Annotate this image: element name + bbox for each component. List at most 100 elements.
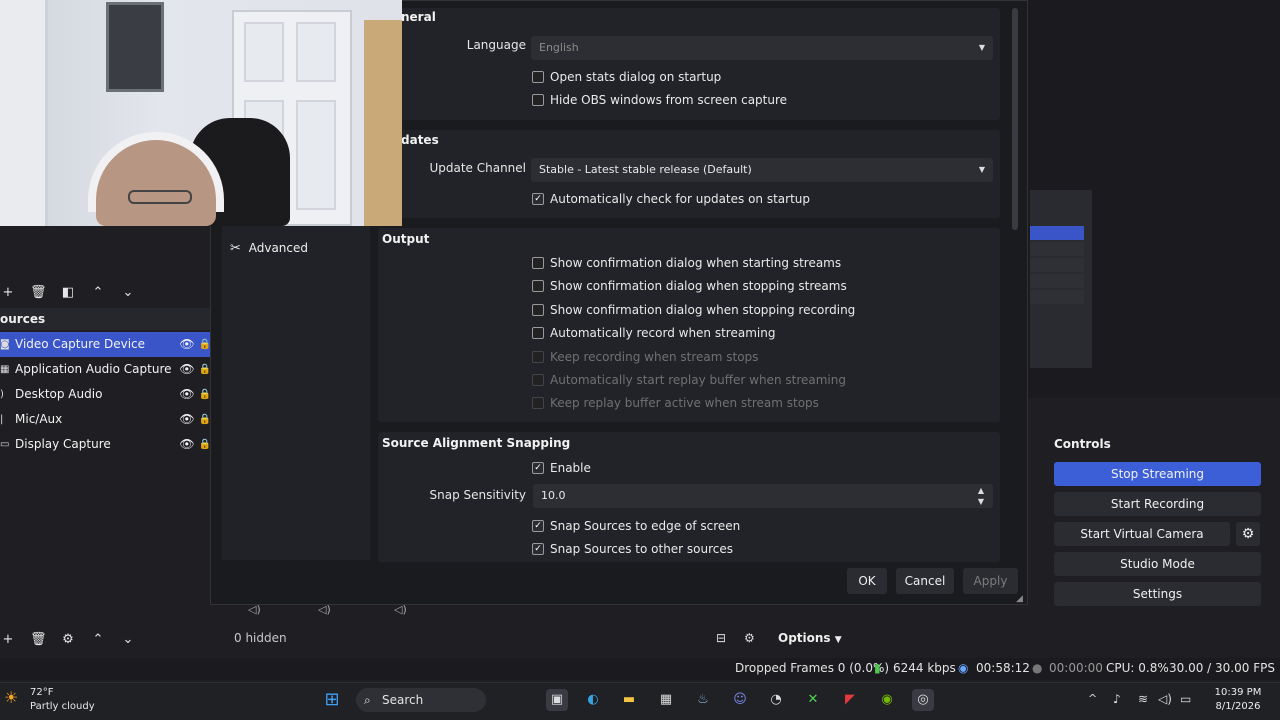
language-value: English (539, 41, 579, 54)
visibility-eye-icon[interactable]: 👁 (176, 332, 198, 357)
snap-sensitivity-input[interactable]: 10.0 ▲ ▼ (533, 484, 993, 508)
ok-button[interactable]: OK (847, 568, 887, 594)
start-recording-button[interactable]: Start Recording (1054, 492, 1261, 516)
delete-icon[interactable]: 🗑 (30, 285, 47, 300)
hide-obs-checkbox[interactable]: Hide OBS windows from screen capture (532, 93, 787, 107)
microphone-icon: | (0, 414, 4, 425)
confirm-stop-stream-checkbox[interactable]: Show confirmation dialog when stopping s… (532, 279, 847, 293)
snap-sensitivity-value: 10.0 (541, 489, 566, 502)
microphone-icon[interactable]: ♪ (1113, 692, 1121, 706)
checkbox-label: Show confirmation dialog when stopping r… (550, 303, 856, 317)
update-channel-select[interactable]: Stable - Latest stable release (Default)… (531, 158, 993, 182)
keep-replay-buffer-checkbox[interactable]: Keep replay buffer active when stream st… (532, 396, 819, 410)
auto-check-updates-checkbox[interactable]: ✓ Automatically check for updates on sta… (532, 192, 810, 206)
store-icon[interactable]: ▦ (655, 689, 677, 711)
temperature: 72°F (30, 687, 54, 698)
checkbox-label: Keep replay buffer active when stream st… (550, 396, 819, 410)
file-explorer-icon[interactable]: ▬ (618, 689, 640, 711)
checkbox-label: Automatically check for updates on start… (550, 192, 811, 206)
nav-item-advanced[interactable]: ✂ Advanced (230, 241, 308, 256)
taskbar-search[interactable]: ⌕ Search (356, 688, 486, 712)
preview-menu-item (1030, 258, 1084, 272)
nav-item-label: Advanced (248, 241, 309, 255)
checkbox-box: ✓ (532, 462, 544, 474)
snap-edge-checkbox[interactable]: ✓ Snap Sources to edge of screen (532, 519, 740, 533)
visibility-eye-icon[interactable]: 👁 (176, 432, 198, 457)
weather-widget[interactable]: ☀ 72°F Partly cloudy (4, 686, 114, 716)
obs-icon[interactable]: ◎ (912, 689, 934, 711)
resize-grip-icon[interactable]: ◢ (1016, 594, 1023, 604)
filter-icon[interactable]: ◧ (60, 285, 76, 300)
chevron-down-icon: ▼ (834, 635, 842, 645)
visibility-eye-icon[interactable]: 👁 (176, 382, 198, 407)
chevron-down-icon[interactable]: ▼ (973, 496, 989, 507)
discord-icon[interactable]: ☺ (729, 689, 751, 711)
source-row[interactable]: ) Desktop Audio 👁 🔒 (0, 382, 212, 407)
move-down-icon[interactable]: ⌄ (120, 632, 136, 647)
auto-replay-buffer-checkbox[interactable]: Automatically start replay buffer when s… (532, 373, 846, 387)
checkbox-box (532, 304, 544, 316)
wifi-icon[interactable]: ≋ (1138, 692, 1148, 706)
auto-record-checkbox[interactable]: Automatically record when streaming (532, 326, 775, 340)
update-channel-label: Update Channel (429, 161, 526, 175)
checkbox-label: Snap Sources to edge of screen (550, 519, 741, 533)
snap-other-sources-checkbox[interactable]: ✓ Snap Sources to other sources (532, 542, 733, 556)
chevron-up-icon[interactable]: ^ (1088, 692, 1097, 705)
confirm-start-stream-checkbox[interactable]: Show confirmation dialog when starting s… (532, 256, 841, 270)
search-label: Search (382, 693, 424, 707)
apply-button[interactable]: Apply (963, 568, 1018, 594)
add-icon[interactable]: + (0, 632, 16, 647)
adobe-icon[interactable]: ◤ (839, 689, 861, 711)
app-icon[interactable]: ◔ (765, 689, 787, 711)
source-row[interactable]: ▦ Application Audio Capture (BET 👁 🔒 (0, 357, 212, 382)
open-stats-checkbox[interactable]: Open stats dialog on startup (532, 70, 721, 84)
layout-icon[interactable]: ⊟ (716, 631, 726, 645)
gear-icon[interactable]: ⚙ (60, 632, 76, 647)
task-view-icon[interactable]: ▣ (546, 689, 568, 711)
checkbox-label: Automatically start replay buffer when s… (550, 373, 846, 387)
steam-icon[interactable]: ♨ (692, 689, 714, 711)
move-down-icon[interactable]: ⌄ (120, 285, 136, 300)
confirm-stop-recording-checkbox[interactable]: Show confirmation dialog when stopping r… (532, 303, 855, 317)
windows-start-icon[interactable]: ⊞ (321, 689, 343, 711)
door-panel (244, 22, 284, 82)
source-row[interactable]: ▭ Display Capture 👁 🔒 (0, 432, 212, 457)
snapping-enable-checkbox[interactable]: ✓ Enable (532, 461, 591, 475)
keep-recording-checkbox[interactable]: Keep recording when stream stops (532, 350, 758, 364)
studio-mode-button[interactable]: Studio Mode (1054, 552, 1261, 576)
move-up-icon[interactable]: ⌃ (90, 632, 106, 647)
checkbox-label: Open stats dialog on startup (550, 70, 722, 84)
dropped-frames: Dropped Frames 0 (0.0%) (735, 661, 890, 675)
mixer-settings-icon[interactable]: ⚙ (744, 631, 755, 645)
source-row[interactable]: ◙ Video Capture Device 👁 🔒 (0, 332, 212, 357)
visibility-eye-icon[interactable]: 👁 (176, 357, 198, 382)
battery-icon[interactable]: ▭ (1180, 692, 1191, 706)
source-name: Desktop Audio (15, 387, 103, 401)
checkbox-box (532, 397, 544, 409)
source-row[interactable]: | Mic/Aux 👁 🔒 (0, 407, 212, 432)
language-select[interactable]: English ▼ (531, 36, 993, 60)
settings-scrollbar[interactable] (1012, 8, 1018, 230)
xbox-icon[interactable]: ✕ (802, 689, 824, 711)
settings-nav (222, 226, 370, 560)
add-icon[interactable]: + (0, 285, 16, 300)
cancel-button[interactable]: Cancel (896, 568, 954, 594)
taskbar-clock[interactable]: 10:39 PM 8/1/2026 (1200, 686, 1276, 714)
checkbox-label: Enable (550, 461, 591, 475)
volume-icon[interactable]: ◁) (1158, 692, 1172, 706)
stop-streaming-button[interactable]: Stop Streaming (1054, 462, 1261, 486)
signal-bars-icon: ▮ (874, 661, 881, 675)
checkbox-box: ✓ (532, 543, 544, 555)
chevron-up-icon[interactable]: ▲ (973, 485, 989, 496)
move-up-icon[interactable]: ⌃ (90, 285, 106, 300)
settings-button[interactable]: Settings (1054, 582, 1261, 606)
edge-browser-icon[interactable]: ◐ (582, 689, 604, 711)
visibility-eye-icon[interactable]: 👁 (176, 407, 198, 432)
monitor-icon: ▭ (0, 439, 10, 450)
delete-icon[interactable]: 🗑 (30, 632, 47, 647)
start-virtual-camera-button[interactable]: Start Virtual Camera (1054, 522, 1230, 546)
options-button[interactable]: Options ▼ (778, 631, 842, 645)
nvidia-icon[interactable]: ◉ (876, 689, 898, 711)
virtual-camera-settings-gear-icon[interactable]: ⚙ (1236, 522, 1260, 546)
spin-arrows[interactable]: ▲ ▼ (973, 485, 989, 507)
